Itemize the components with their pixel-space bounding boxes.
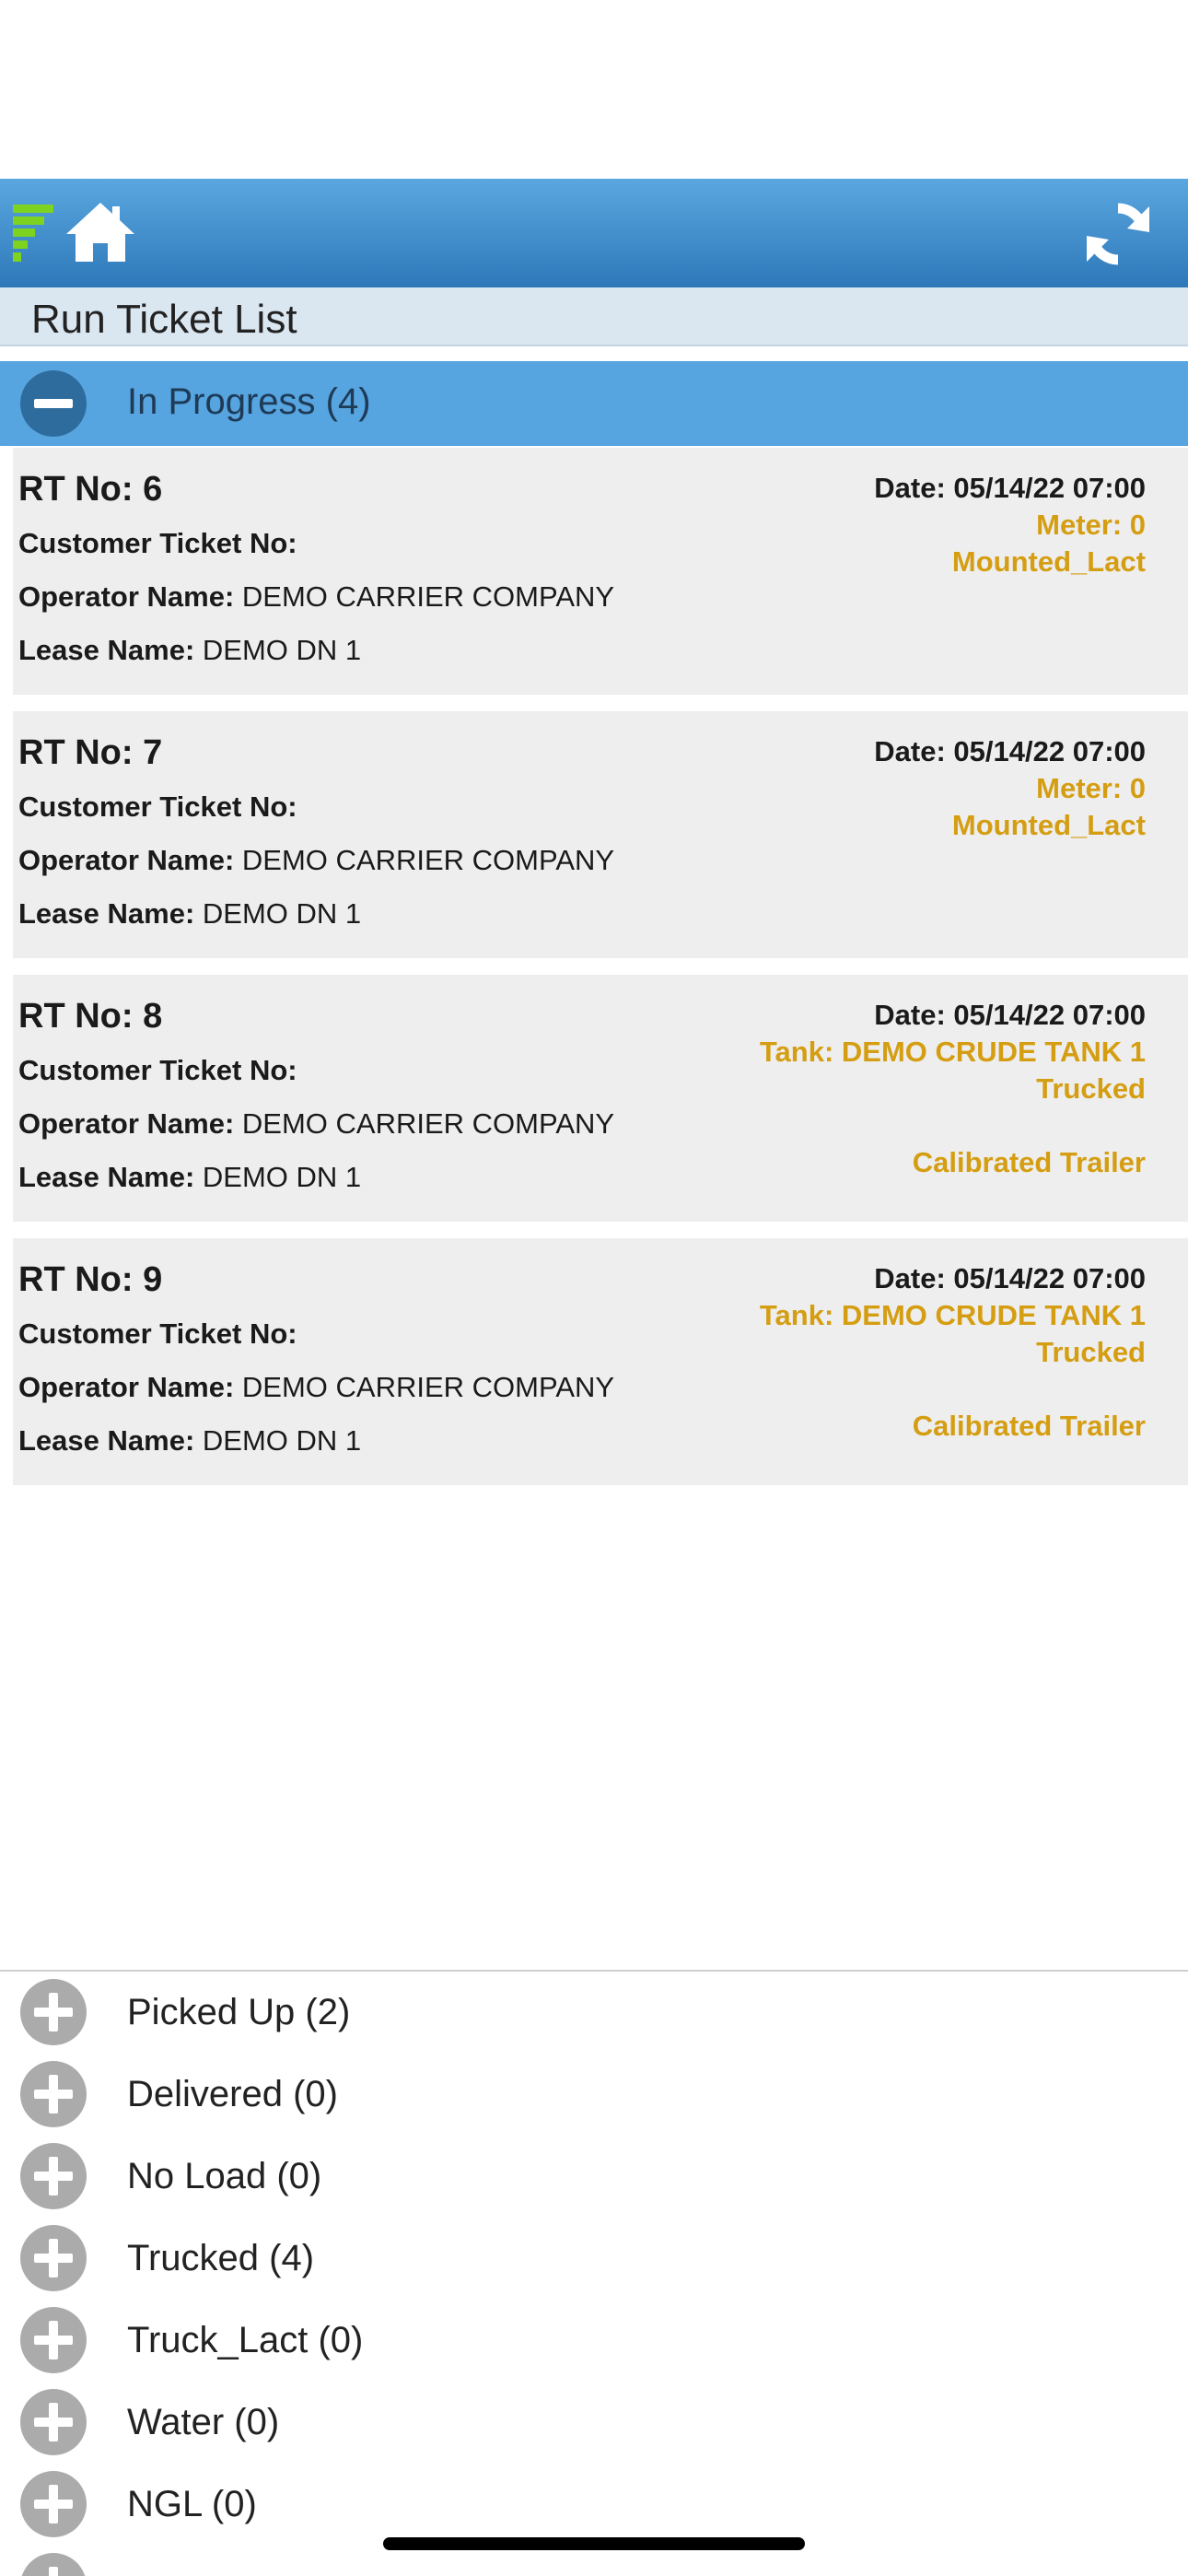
expand-icon[interactable] — [20, 2553, 87, 2576]
expand-icon[interactable] — [20, 2143, 87, 2209]
trailer-info: Calibrated Trailer — [912, 1146, 1146, 1178]
expand-icon[interactable] — [20, 2471, 87, 2537]
lease-field: Lease Name: DEMO DN 1 — [18, 1424, 362, 1457]
group-label: Delivered (0) — [127, 2074, 338, 2114]
rt-number: RT No: 8 — [18, 997, 163, 1036]
group-header-ngl[interactable]: NGL (0) — [0, 2465, 1188, 2547]
home-icon[interactable] — [64, 201, 136, 263]
rt-number: RT No: 9 — [18, 1260, 163, 1299]
group-label: In Progress (4) — [127, 381, 371, 422]
ticket-date: Date: 05/14/22 07:00 — [874, 1262, 1146, 1294]
customer-ticket-field: Customer Ticket No: — [18, 527, 297, 559]
home-indicator[interactable] — [383, 2537, 805, 2550]
ticket-card[interactable]: RT No: 9 Customer Ticket No: Operator Na… — [13, 1238, 1188, 1485]
group-label: Picked Up (2) — [127, 1992, 351, 2032]
customer-ticket-field: Customer Ticket No: — [18, 1054, 297, 1086]
expand-icon[interactable] — [20, 2307, 87, 2373]
expand-icon[interactable] — [20, 2389, 87, 2455]
group-header-partial[interactable] — [0, 2547, 1188, 2576]
measurement-type: Mounted_Lact — [951, 809, 1146, 841]
group-header-in-progress[interactable]: In Progress (4) — [0, 361, 1188, 446]
app-header — [0, 179, 1188, 287]
collapse-icon[interactable] — [20, 370, 87, 437]
page-title: Run Ticket List — [31, 297, 297, 342]
rt-number: RT No: 6 — [18, 470, 163, 509]
group-header-delivered[interactable]: Delivered (0) — [0, 2055, 1188, 2137]
group-header-truck-lact[interactable]: Truck_Lact (0) — [0, 2301, 1188, 2383]
ticket-date: Date: 05/14/22 07:00 — [874, 735, 1146, 767]
ticket-card[interactable]: RT No: 8 Customer Ticket No: Operator Na… — [13, 975, 1188, 1222]
section-divider — [0, 1970, 1188, 1972]
ticket-date: Date: 05/14/22 07:00 — [874, 999, 1146, 1031]
meter-info: Meter: 0 — [1036, 772, 1146, 804]
group-header-no-load[interactable]: No Load (0) — [0, 2137, 1188, 2219]
group-header-picked-up[interactable]: Picked Up (2) — [0, 1973, 1188, 2055]
operator-field: Operator Name: DEMO CARRIER COMPANY — [18, 1371, 615, 1403]
rt-number: RT No: 7 — [18, 733, 163, 772]
customer-ticket-field: Customer Ticket No: — [18, 1317, 297, 1350]
expand-icon[interactable] — [20, 1979, 87, 2045]
ticket-card[interactable]: RT No: 7 Customer Ticket No: Operator Na… — [13, 711, 1188, 958]
lease-field: Lease Name: DEMO DN 1 — [18, 1161, 362, 1193]
meter-info: Meter: 0 — [1036, 509, 1146, 541]
operator-field: Operator Name: DEMO CARRIER COMPANY — [18, 580, 615, 613]
ticket-date: Date: 05/14/22 07:00 — [874, 472, 1146, 504]
lease-field: Lease Name: DEMO DN 1 — [18, 634, 362, 666]
status-bar-area — [0, 0, 1188, 179]
page-title-bar: Run Ticket List — [0, 287, 1188, 346]
group-label: Trucked (4) — [127, 2238, 315, 2278]
group-label: No Load (0) — [127, 2156, 322, 2196]
expand-icon[interactable] — [20, 2061, 87, 2127]
operator-field: Operator Name: DEMO CARRIER COMPANY — [18, 1107, 615, 1140]
customer-ticket-field: Customer Ticket No: — [18, 790, 297, 823]
ticket-card[interactable]: RT No: 6 Customer Ticket No: Operator Na… — [13, 448, 1188, 695]
tank-info: Tank: DEMO CRUDE TANK 1 — [759, 1299, 1146, 1331]
measurement-type: Trucked — [1036, 1072, 1146, 1105]
group-header-trucked[interactable]: Trucked (4) — [0, 2219, 1188, 2301]
group-label: Truck_Lact (0) — [127, 2320, 364, 2360]
group-header-water[interactable]: Water (0) — [0, 2383, 1188, 2465]
operator-field: Operator Name: DEMO CARRIER COMPANY — [18, 844, 615, 876]
refresh-icon[interactable] — [1081, 197, 1155, 271]
measurement-type: Mounted_Lact — [951, 545, 1146, 578]
app-logo-icon — [13, 205, 53, 262]
group-label: Water (0) — [127, 2402, 280, 2442]
measurement-type: Trucked — [1036, 1336, 1146, 1368]
lease-field: Lease Name: DEMO DN 1 — [18, 897, 362, 930]
expand-icon[interactable] — [20, 2225, 87, 2291]
group-label: NGL (0) — [127, 2484, 257, 2524]
tank-info: Tank: DEMO CRUDE TANK 1 — [759, 1036, 1146, 1068]
trailer-info: Calibrated Trailer — [912, 1410, 1146, 1442]
